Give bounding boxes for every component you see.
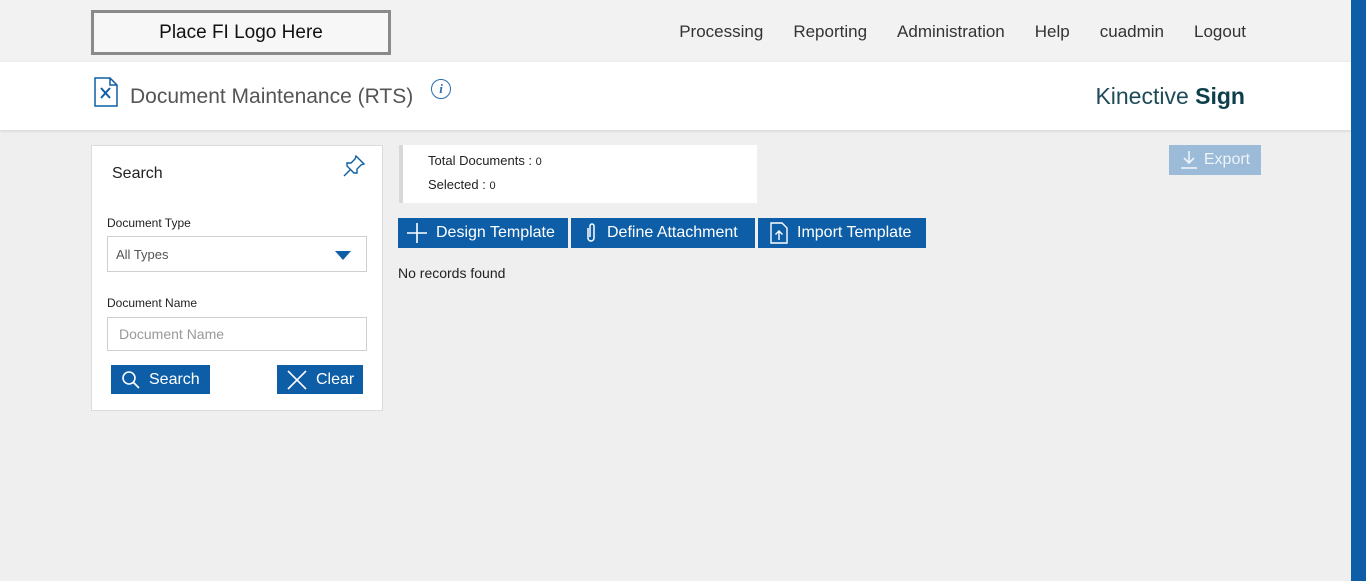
define-attachment-button[interactable]: Define Attachment [571, 218, 755, 248]
info-icon[interactable]: i [431, 79, 451, 99]
selected-label: Selected : [428, 177, 490, 192]
brand-light: Kinective [1095, 83, 1189, 109]
nav-user[interactable]: cuadmin [1100, 22, 1164, 42]
selected-count: Selected : 0 [428, 177, 496, 192]
logo-text: Place FI Logo Here [159, 21, 323, 43]
nav-help[interactable]: Help [1035, 22, 1070, 42]
search-button[interactable]: Search [111, 365, 210, 394]
clear-button[interactable]: Clear [277, 365, 363, 394]
nav-administration[interactable]: Administration [897, 22, 1005, 42]
chevron-down-icon [335, 251, 351, 260]
paperclip-icon [587, 223, 595, 242]
search-panel: Search Document Type All Types Document … [91, 145, 383, 411]
document-tools-icon [93, 77, 119, 112]
import-template-button[interactable]: Import Template [758, 218, 926, 248]
title-bar: Document Maintenance (RTS) i Kinective S… [0, 62, 1351, 130]
document-type-select[interactable]: All Types [107, 236, 367, 272]
document-type-value: All Types [116, 247, 169, 262]
design-template-label: Design Template [436, 224, 555, 241]
page-title: Document Maintenance (RTS) [130, 85, 414, 108]
fi-logo-placeholder: Place FI Logo Here [91, 10, 391, 55]
total-documents-label: Total Documents : [428, 153, 536, 168]
clear-button-label: Clear [316, 370, 355, 388]
import-template-label: Import Template [797, 224, 912, 241]
search-button-label: Search [149, 370, 200, 388]
nav-reporting[interactable]: Reporting [793, 22, 867, 42]
side-scroll-strip [1351, 0, 1366, 581]
total-documents-value: 0 [535, 156, 542, 168]
search-panel-title: Search [112, 165, 163, 182]
top-header: Place FI Logo Here Processing Reporting … [0, 0, 1351, 62]
plus-icon [407, 223, 427, 243]
define-attachment-label: Define Attachment [607, 224, 738, 241]
close-icon [287, 369, 307, 390]
brand-bold: Sign [1195, 83, 1245, 109]
main-nav: Processing Reporting Administration Help… [649, 22, 1246, 42]
export-button[interactable]: Export [1169, 145, 1261, 175]
pin-icon[interactable] [342, 154, 366, 183]
document-name-label: Document Name [107, 296, 198, 310]
nav-logout[interactable]: Logout [1194, 22, 1246, 42]
export-label: Export [1203, 151, 1251, 168]
document-summary: Total Documents : 0 Selected : 0 [399, 145, 757, 203]
download-icon [1180, 151, 1197, 169]
document-type-label: Document Type [107, 216, 191, 230]
nav-processing[interactable]: Processing [679, 22, 763, 42]
document-name-input[interactable] [107, 317, 367, 351]
design-template-button[interactable]: Design Template [398, 218, 568, 248]
brand-logo: Kinective Sign [1095, 83, 1245, 110]
search-icon [122, 370, 140, 389]
file-upload-icon [770, 222, 788, 244]
selected-value: 0 [489, 180, 496, 192]
total-documents: Total Documents : 0 [428, 153, 542, 168]
no-records-message: No records found [398, 265, 506, 281]
